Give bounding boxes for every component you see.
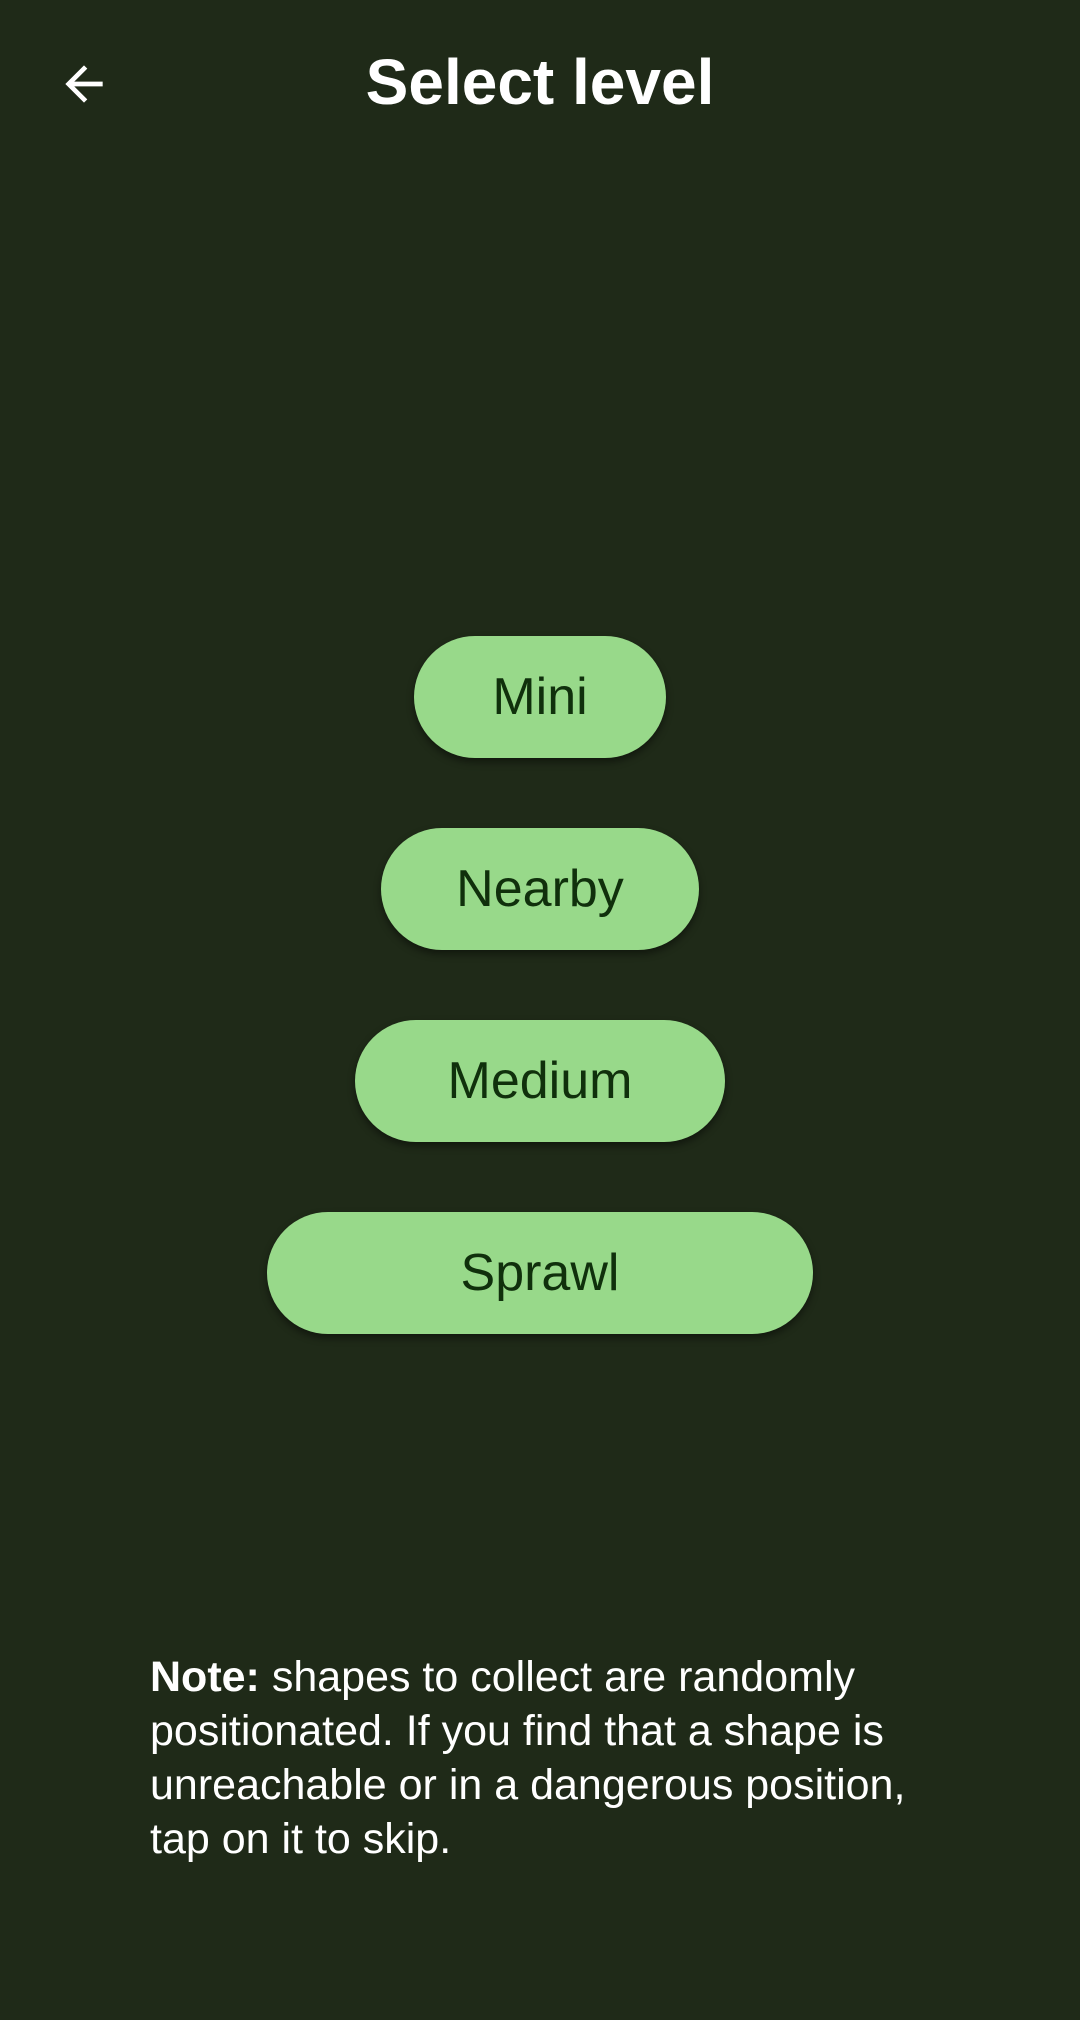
level-button-nearby[interactable]: Nearby xyxy=(381,828,699,950)
level-button-sprawl[interactable]: Sprawl xyxy=(267,1212,813,1334)
top-app-bar: Select level xyxy=(0,0,1080,170)
level-button-mini[interactable]: Mini xyxy=(414,636,666,758)
level-list: Mini Nearby Medium Sprawl xyxy=(0,636,1080,1404)
note-text: Note: shapes to collect are randomly pos… xyxy=(150,1650,950,1866)
level-button-medium[interactable]: Medium xyxy=(355,1020,725,1142)
page-title: Select level xyxy=(365,46,715,118)
note-label: Note: xyxy=(150,1653,260,1701)
note-body: shapes to collect are randomly positiona… xyxy=(150,1653,906,1863)
